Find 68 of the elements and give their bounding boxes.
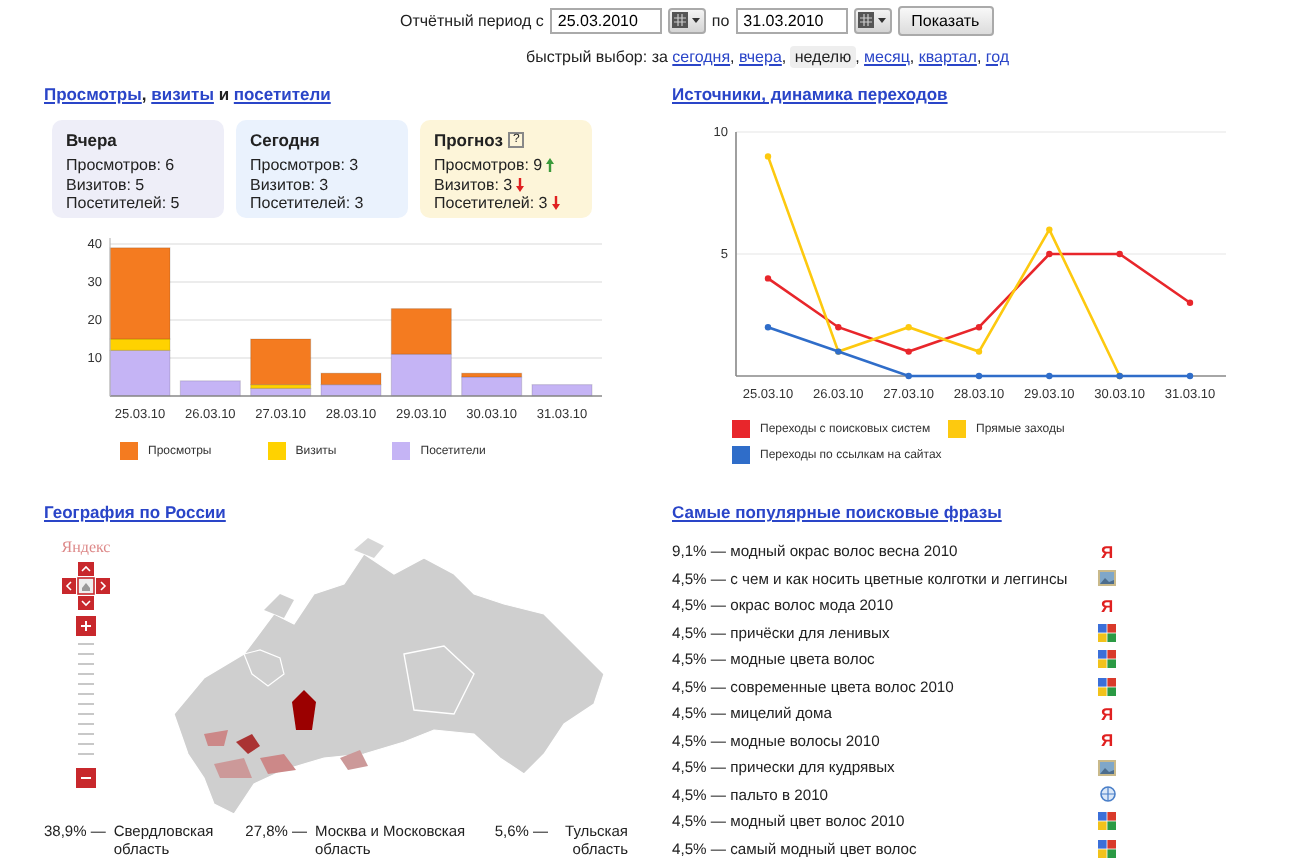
stat-line: Визитов: 3: [250, 175, 329, 194]
stat-line: Визитов: 3: [434, 175, 513, 194]
card-title: Вчера: [66, 130, 117, 150]
card-title: Прогноз: [434, 130, 503, 150]
period-link[interactable]: сегодня: [672, 48, 731, 66]
section-title-link[interactable]: Источники, динамика переходов: [672, 84, 948, 104]
globe-icon: [1100, 786, 1116, 803]
colored-squares-icon: [1098, 812, 1116, 831]
date-from-field[interactable]: 25.03.2010: [549, 7, 662, 33]
engine-mark: Я: [1098, 541, 1116, 562]
point: [975, 372, 983, 380]
colored-squares-icon: [1098, 677, 1116, 696]
colored-squares-icon: [1098, 839, 1116, 858]
period-link[interactable]: вчера: [739, 48, 782, 66]
period-link[interactable]: месяц: [864, 48, 910, 66]
point: [975, 348, 983, 355]
title-link[interactable]: посетители: [233, 84, 331, 104]
stat-line: Посетителей: 3: [250, 194, 364, 213]
point: [905, 372, 912, 380]
point: [764, 275, 772, 282]
period-link[interactable]: неделю: [790, 46, 856, 68]
bar: [390, 353, 452, 397]
bar: [179, 380, 241, 397]
map-logo: Яндекс: [61, 538, 111, 556]
point: [1116, 250, 1123, 258]
pan-control[interactable]: [62, 562, 110, 610]
point: [1186, 372, 1194, 380]
period-link[interactable]: год: [985, 48, 1010, 66]
zoom-control[interactable]: [76, 616, 96, 788]
stat-line: Просмотров: 9: [434, 156, 543, 175]
stat-line: Посетителей: 3: [434, 194, 548, 213]
image-icon: [1098, 570, 1116, 587]
point: [1046, 250, 1053, 258]
image-icon: [1098, 759, 1116, 776]
section-title: Просмотры, визиты и посетители: [44, 82, 333, 104]
stat-line: Просмотров: 6: [66, 156, 175, 175]
point: [1046, 372, 1053, 380]
point: [905, 348, 912, 355]
point: [975, 324, 983, 331]
title-link[interactable]: визиты: [151, 84, 214, 104]
stat-line: Визитов: 5: [66, 175, 145, 194]
point: [1186, 299, 1194, 306]
bar: [390, 308, 452, 355]
period-to-label: по: [711, 11, 730, 29]
engine-mark: Я: [1098, 595, 1116, 616]
engine-mark: Я: [1098, 703, 1116, 724]
show-button[interactable]: Показать: [897, 5, 994, 35]
period-label: Отчётный период с: [400, 11, 544, 29]
calendar-button[interactable]: [853, 7, 892, 33]
date-to-field[interactable]: 31.03.2010: [735, 7, 848, 33]
calendar-button[interactable]: [667, 7, 706, 33]
point: [905, 324, 912, 331]
stat-line: Просмотров: 3: [250, 156, 359, 175]
section-title-link[interactable]: Самые популярные поисковые фразы: [672, 502, 1002, 522]
point: [1046, 226, 1053, 233]
quick-select-text: быстрый выбор: за сегодня, вчера, неделю , месяц, квартал, год: [524, 44, 1012, 66]
card-title: Сегодня: [250, 130, 320, 150]
point: [764, 324, 772, 331]
stat-line: Посетителей: 5: [66, 194, 180, 213]
point: [764, 153, 772, 160]
engine-mark: Я: [1098, 730, 1116, 751]
title-link[interactable]: Просмотры: [44, 84, 142, 104]
section-title-link[interactable]: География по России: [44, 502, 226, 522]
bar: [531, 384, 593, 397]
point: [835, 324, 842, 331]
colored-squares-icon: [1098, 650, 1116, 669]
period-link[interactable]: квартал: [918, 48, 977, 66]
colored-squares-icon: [1098, 623, 1116, 642]
